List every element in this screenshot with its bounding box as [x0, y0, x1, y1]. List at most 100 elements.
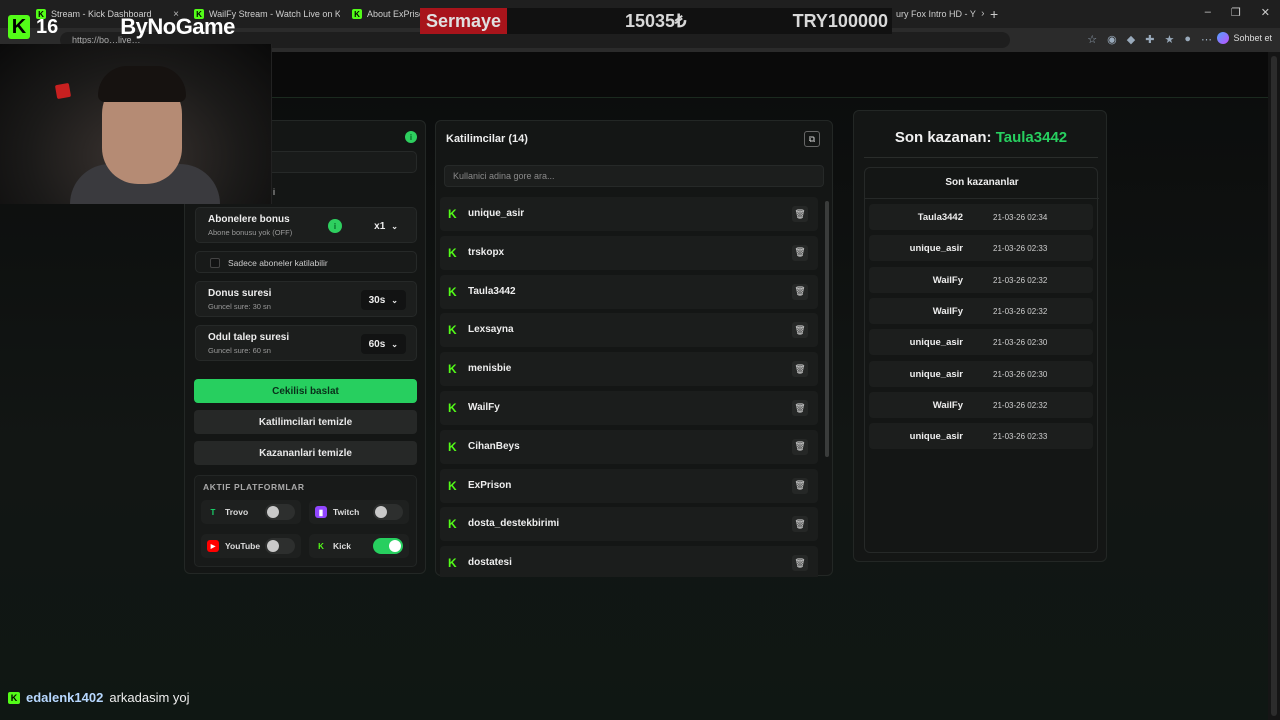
copilot-chat-button[interactable]: Sohbet et	[1217, 32, 1272, 44]
participant-row: Kmenisbie 🗑	[440, 352, 818, 387]
participant-username: dosta_destekbirimi	[468, 518, 560, 530]
kick-icon: K	[448, 362, 457, 377]
chat-button-label: Sohbet et	[1233, 33, 1272, 43]
star-icon[interactable]: ☆	[1087, 33, 1097, 46]
copilot-icon	[1217, 32, 1230, 44]
info-icon[interactable]: i	[405, 131, 417, 143]
page-scrollbar[interactable]	[1268, 52, 1280, 720]
kick-icon: K	[448, 556, 457, 571]
recent-winners-title: Son kazananlar	[945, 177, 1019, 188]
participants-header: Katilimcilar (14)	[446, 133, 528, 145]
maximize-icon[interactable]: ❐	[1231, 6, 1241, 19]
participant-row: K WailFy 🗑	[440, 391, 818, 425]
trash-icon[interactable]: 🗑	[792, 400, 808, 416]
chevron-down-icon: ⌄	[391, 295, 398, 305]
close-icon[interactable]: ×	[981, 9, 984, 20]
clear-winners-button[interactable]: Kazananlari temizle	[194, 441, 417, 465]
winner-name: Taula3442	[917, 212, 963, 223]
last-winner: Son kazanan: Taula3442	[854, 129, 1108, 146]
winner-row: WailFy 21-03-26 02:32	[869, 297, 1093, 324]
subs-only-row[interactable]: Sadece aboneler katilabilir	[195, 251, 417, 273]
participant-username: trskopx	[468, 246, 505, 258]
sub-bonus-subtitle: Abone bonusu yok (OFF)	[208, 228, 293, 237]
start-giveaway-button[interactable]: Cekilisi baslat	[194, 379, 417, 403]
platforms-title: AKTIF PLATFORMLAR	[203, 482, 305, 492]
trovo-icon: T	[210, 507, 216, 517]
platform-youtube: ▶ YouTube	[201, 534, 301, 558]
winner-date: 21-03-26 02:30	[993, 338, 1048, 348]
trash-icon[interactable]: 🗑	[792, 361, 808, 378]
minimize-icon[interactable]: –	[1205, 6, 1211, 19]
kick-logo-icon: K	[8, 15, 30, 39]
brand-number: 16	[36, 15, 59, 38]
tab-fox-intro[interactable]: ury Fox Intro HD - Y ×	[890, 4, 984, 24]
trovo-toggle[interactable]	[265, 504, 295, 520]
profile-icon[interactable]: ●	[1184, 33, 1191, 46]
participant-username: WailFy	[468, 402, 500, 413]
close-window-icon[interactable]: ✕	[1261, 6, 1270, 19]
trash-icon[interactable]: 🗑	[792, 283, 808, 300]
checkbox[interactable]	[210, 258, 220, 268]
trash-icon[interactable]: 🗑	[792, 244, 808, 261]
trash-icon[interactable]: 🗑	[792, 322, 808, 339]
winner-date: 21-03-26 02:32	[993, 400, 1048, 410]
winner-row: unique_asir 21-03-26 02:33	[869, 423, 1093, 450]
winner-date: 21-03-26 02:34	[993, 213, 1048, 222]
tab-about-exprison[interactable]: K About ExPrison	[346, 4, 422, 24]
winner-name: WailFy	[932, 274, 963, 286]
recent-winners-box: Son kazananlar Taula3442 21-03-26 02:34 un…	[864, 167, 1099, 553]
copy-icon[interactable]: ⧉	[804, 131, 820, 147]
round-duration-row: Donus suresi Guncel sure: 30 sn 30s ⌄	[195, 281, 417, 317]
round-duration-title: Donus suresi	[208, 288, 272, 299]
kick-icon: K	[8, 691, 20, 704]
kick-icon: K	[448, 323, 457, 338]
winner-row: unique_asir 21-03-26 02:30	[869, 360, 1093, 387]
chat-message-text: arkadasim yoj	[109, 690, 190, 705]
list-scrollbar[interactable]	[825, 201, 829, 457]
winner-name: unique_asir	[909, 243, 963, 255]
twitch-toggle[interactable]	[373, 504, 403, 520]
last-winner-name: Taula3442	[995, 129, 1068, 146]
kick-icon: K	[448, 401, 457, 415]
winner-date: 21-03-26 02:32	[993, 306, 1048, 316]
tab-title: About ExPrison	[367, 9, 422, 19]
trash-icon[interactable]: 🗑	[792, 516, 808, 533]
sub-bonus-select[interactable]: x1 ⌄	[366, 216, 406, 236]
winner-date: 21-03-26 02:33	[993, 244, 1048, 254]
twitch-icon: ▮	[315, 506, 327, 518]
scroll-thumb[interactable]	[1271, 56, 1277, 716]
participant-search-input[interactable]	[444, 165, 824, 187]
favorites-icon[interactable]: ★	[1164, 33, 1174, 46]
more-icon[interactable]: ⋯	[1201, 33, 1212, 46]
new-tab-button[interactable]: +	[990, 6, 998, 22]
clear-participants-button[interactable]: Katilimcilari temizle	[194, 410, 417, 434]
youtube-toggle[interactable]	[265, 538, 295, 554]
chat-username: edalenk1402	[26, 690, 104, 705]
sub-bonus-row: Abonelere bonus Abone bonusu yok (OFF) i…	[195, 207, 417, 243]
extension-icon[interactable]: ◆	[1127, 33, 1135, 46]
winner-date: 21-03-26 02:32	[993, 275, 1048, 285]
brand-name: ByNoGame	[120, 14, 235, 39]
puzzle-icon[interactable]: ✚	[1145, 33, 1154, 46]
winner-row: unique_asir 21-03-26 02:33	[869, 235, 1093, 262]
participant-list: Kunique_asir 🗑 Ktrskopx 🗑 K Taula3442 🗑 K Lexsay…	[440, 197, 820, 577]
winner-name: WailFy	[932, 305, 963, 317]
claim-duration-select[interactable]: 60s ⌄	[360, 334, 406, 354]
claim-duration-row: Odul talep suresi Guncel sure: 60 sn 60s…	[195, 325, 417, 361]
ticker-label: Sermaye	[420, 8, 508, 34]
trash-icon[interactable]: 🗑	[792, 206, 808, 222]
extension-icon[interactable]: ◉	[1107, 33, 1117, 46]
round-duration-select[interactable]: 30s ⌄	[360, 290, 406, 310]
winner-row: Taula3442 21-03-26 02:34	[869, 204, 1093, 230]
trash-icon[interactable]: 🗑	[792, 477, 808, 494]
winner-date: 21-03-26 02:30	[993, 369, 1048, 379]
ticker-value-balance: 15035₺	[625, 11, 687, 31]
participant-username: Taula3442	[468, 285, 516, 297]
trash-icon[interactable]: 🗑	[792, 555, 808, 572]
webcam-person-hair	[98, 66, 186, 102]
kick-toggle[interactable]	[373, 538, 403, 554]
turkey-flag-icon	[54, 82, 72, 100]
info-icon[interactable]: i	[328, 219, 342, 233]
trash-icon[interactable]: 🗑	[792, 438, 808, 455]
winner-name: WailFy	[932, 399, 963, 411]
